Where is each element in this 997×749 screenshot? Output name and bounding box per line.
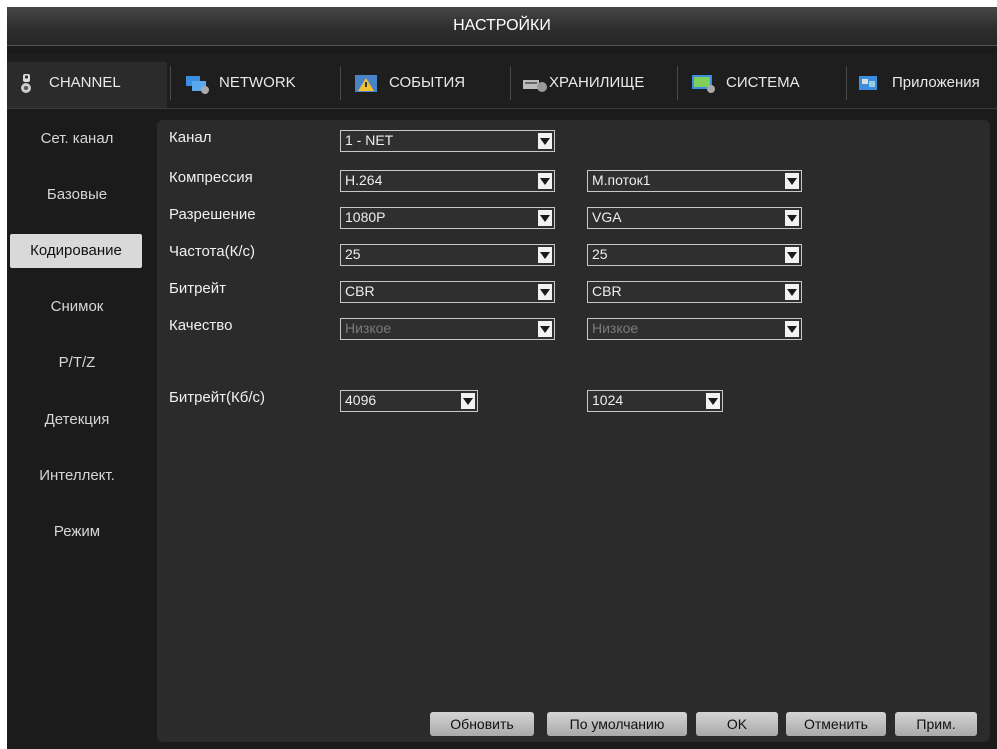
tab-system[interactable]: СИСТЕМА [684, 62, 842, 108]
fps-label: Частота(К/с) [169, 243, 255, 260]
compression-label: Компрессия [169, 169, 253, 186]
compression-main-value: H.264 [345, 172, 383, 188]
resolution-label: Разрешение [169, 206, 256, 223]
chevron-down-icon [785, 284, 799, 300]
tab-channel[interactable]: CHANNEL [7, 62, 167, 108]
chevron-down-icon [538, 321, 552, 337]
bitrate-kbps-sub-value: 1024 [592, 392, 624, 408]
chevron-down-icon [538, 247, 552, 263]
stream-select[interactable]: М.поток1 [587, 170, 802, 192]
chevron-down-icon [785, 210, 799, 226]
storage-icon [523, 80, 547, 92]
quality-main-select: Низкое [340, 318, 555, 340]
resolution-main-select[interactable]: 1080P [340, 207, 555, 229]
quality-label: Качество [169, 317, 233, 334]
system-icon [692, 75, 715, 93]
tab-label: СИСТЕМА [726, 74, 800, 91]
bitrate-mode-main-select[interactable]: CBR [340, 281, 555, 303]
channel-select[interactable]: 1 - NET [340, 130, 555, 152]
tab-divider [677, 66, 678, 100]
chevron-down-icon [785, 321, 799, 337]
fps-main-select[interactable]: 25 [340, 244, 555, 266]
chevron-down-icon [538, 210, 552, 226]
sidebar-item-snapshot[interactable]: Снимок [7, 290, 147, 324]
bitrate-mode-main-value: CBR [345, 283, 375, 299]
stream-value: М.поток1 [592, 172, 651, 188]
quality-sub-value: Низкое [592, 320, 639, 336]
fps-sub-value: 25 [592, 246, 608, 262]
bitrate-kbps-main-value: 4096 [345, 392, 377, 408]
tab-network[interactable]: NETWORK [177, 62, 335, 108]
tab-divider [846, 66, 847, 100]
chevron-down-icon [785, 247, 799, 263]
tab-bar: CHANNEL NETWORK СОБЫТИЯ ХРАНИЛИЩЕ СИСТЕМ… [7, 54, 997, 109]
chevron-down-icon [706, 393, 720, 409]
tab-divider [510, 66, 511, 100]
channel-value: 1 - NET [345, 132, 394, 148]
sidebar-item-network-channel[interactable]: Сет. канал [7, 122, 147, 156]
chevron-down-icon [538, 133, 552, 149]
quality-main-value: Низкое [345, 320, 392, 336]
bitrate-mode-sub-value: CBR [592, 283, 622, 299]
resolution-main-value: 1080P [345, 209, 386, 225]
tab-label: ХРАНИЛИЩЕ [549, 74, 645, 91]
tab-divider [170, 66, 171, 100]
tab-applications[interactable]: Приложения [850, 62, 997, 108]
channel-label: Канал [169, 129, 212, 146]
chevron-down-icon [461, 393, 475, 409]
window-title: НАСТРОЙКИ [7, 7, 997, 46]
sidebar-item-intelligence[interactable]: Интеллект. [7, 459, 147, 493]
chevron-down-icon [538, 284, 552, 300]
network-icon [186, 76, 209, 94]
compression-main-select[interactable]: H.264 [340, 170, 555, 192]
sidebar-item-encoding[interactable]: Кодирование [10, 234, 142, 268]
events-icon [355, 75, 377, 92]
sidebar-item-mode[interactable]: Режим [7, 515, 147, 549]
bitrate-mode-sub-select[interactable]: CBR [587, 281, 802, 303]
sidebar: Сет. канал Базовые Кодирование Снимок P/… [7, 120, 152, 749]
tab-label: Приложения [892, 74, 980, 91]
bitrate-kbps-main-select[interactable]: 4096 [340, 390, 478, 412]
encoding-panel: Канал 1 - NET Компрессия H.264 М.поток1 … [157, 120, 990, 742]
settings-window: НАСТРОЙКИ CHANNEL NETWORK СОБЫТИЯ ХРАНИЛ… [7, 7, 997, 749]
bitrate-mode-label: Битрейт [169, 280, 227, 297]
tab-label: CHANNEL [49, 74, 121, 91]
tab-label: СОБЫТИЯ [389, 74, 466, 91]
camera-icon [21, 74, 31, 93]
chevron-down-icon [785, 173, 799, 189]
resolution-sub-value: VGA [592, 209, 622, 225]
bitrate-kbps-sub-select[interactable]: 1024 [587, 390, 723, 412]
resolution-sub-select[interactable]: VGA [587, 207, 802, 229]
cancel-button[interactable]: Отменить [786, 712, 886, 736]
fps-main-value: 25 [345, 246, 361, 262]
sidebar-item-ptz[interactable]: P/T/Z [7, 346, 147, 380]
refresh-button[interactable]: Обновить [430, 712, 534, 736]
sidebar-item-basic[interactable]: Базовые [7, 178, 147, 212]
tab-label: NETWORK [219, 74, 296, 91]
bitrate-kbps-label: Битрейт(Кб/с) [169, 389, 266, 406]
apply-button[interactable]: Прим. [895, 712, 977, 736]
chevron-down-icon [538, 173, 552, 189]
tab-events[interactable]: СОБЫТИЯ [347, 62, 505, 108]
fps-sub-select[interactable]: 25 [587, 244, 802, 266]
default-button[interactable]: По умолчанию [547, 712, 687, 736]
tab-divider [340, 66, 341, 100]
ok-button[interactable]: OK [696, 712, 778, 736]
tab-storage[interactable]: ХРАНИЛИЩЕ [515, 62, 673, 108]
sidebar-item-detection[interactable]: Детекция [7, 403, 147, 437]
quality-sub-select: Низкое [587, 318, 802, 340]
applications-icon [859, 76, 877, 90]
